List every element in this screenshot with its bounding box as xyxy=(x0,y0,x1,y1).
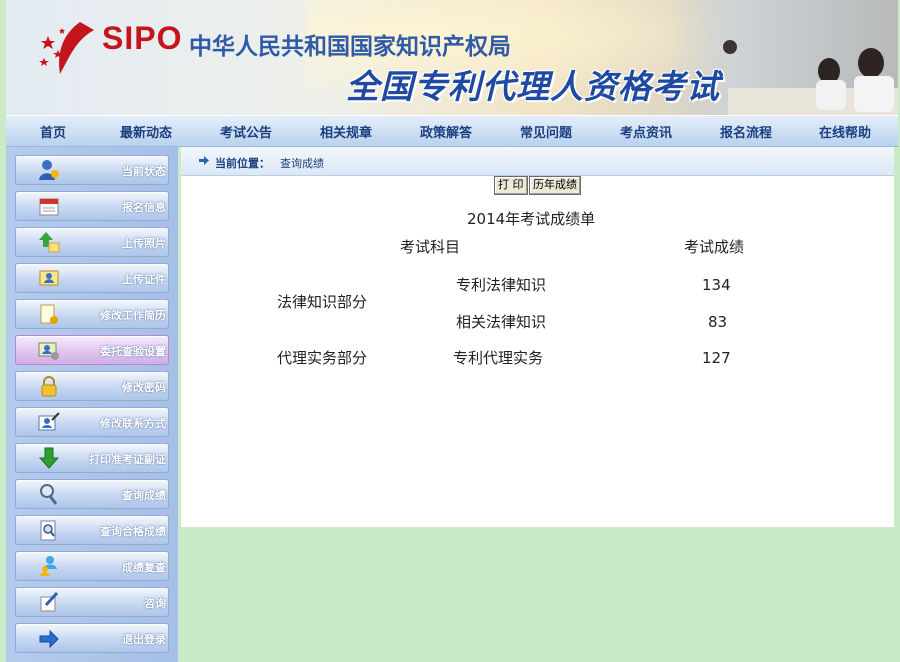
logout-arrow-icon xyxy=(39,629,59,649)
sidebar-item-edit-resume[interactable]: 修改工作简历 xyxy=(15,299,169,329)
sidebar-item-change-contact[interactable]: 修改联系方式 xyxy=(15,407,169,437)
sidebar-item-label: 修改密码 xyxy=(122,381,166,394)
org-name: 中华人民共和国国家知识产权局 xyxy=(189,34,511,60)
download-arrow-icon xyxy=(38,447,60,469)
search-document-icon xyxy=(40,520,56,541)
sidebar-item-current-status[interactable]: 当前状态 xyxy=(15,155,169,185)
sidebar-item-label: 上传证件 xyxy=(122,273,166,286)
sidebar-item-label: 修改联系方式 xyxy=(100,417,166,430)
sidebar-item-label: 咨询 xyxy=(144,597,166,610)
sidebar-item-upload-photo[interactable]: 上传照片 xyxy=(15,227,169,257)
subject-name: 相关法律知识 xyxy=(456,313,547,331)
sidebar-item-label: 查询合格成绩 xyxy=(100,525,166,538)
sidebar-item-query-score[interactable]: 查询成绩 xyxy=(15,479,169,509)
sidebar-item-label: 修改工作简历 xyxy=(100,309,166,322)
score-value: 134 xyxy=(702,276,731,294)
id-card-settings-icon xyxy=(38,342,59,360)
sidebar-item-query-qualified[interactable]: 查询合格成绩 xyxy=(15,515,169,545)
sidebar-item-upload-id[interactable]: 上传证件 xyxy=(15,263,169,293)
nav-latest-news[interactable]: 最新动态 xyxy=(100,122,192,141)
sidebar-item-label: 查询成绩 xyxy=(122,489,166,502)
sidebar-item-print-admission[interactable]: 打印准考证副证 xyxy=(15,443,169,473)
sidebar-item-score-review[interactable]: 成绩复查 xyxy=(15,551,169,581)
nav-exam-site-info[interactable]: 考点资讯 xyxy=(592,122,700,141)
print-button[interactable]: 打 印 xyxy=(494,176,528,195)
sipo-logo-text: SIPO xyxy=(102,20,183,56)
sidebar-item-label: 上传照片 xyxy=(122,237,166,250)
sidebar-item-label: 打印准考证副证 xyxy=(89,453,166,466)
score-value: 127 xyxy=(702,349,731,367)
edit-document-icon xyxy=(40,304,58,324)
score-value: 83 xyxy=(708,313,728,331)
group-name: 代理实务部分 xyxy=(277,349,368,367)
sipo-logo-icon xyxy=(39,22,94,74)
breadcrumb: 当前位置： 查询成绩 xyxy=(181,147,894,176)
sidebar-item-registration-info[interactable]: 报名信息 xyxy=(15,191,169,221)
sidebar-item-change-password[interactable]: 修改密码 xyxy=(15,371,169,401)
breadcrumb-label: 当前位置： xyxy=(215,157,270,170)
header-banner: SIPO 中华人民共和国国家知识产权局 全国专利代理人资格考试 xyxy=(6,0,898,115)
main-nav: 首页 最新动态 考试公告 相关规章 政策解答 常见问题 考点资讯 报名流程 在线… xyxy=(6,115,898,147)
calendar-icon xyxy=(39,198,59,216)
sidebar-item-label: 成绩复查 xyxy=(122,561,166,574)
breadcrumb-arrow-icon xyxy=(199,156,209,165)
exam-title: 全国专利代理人资格考试 xyxy=(346,67,720,106)
upload-photo-icon xyxy=(39,232,60,253)
sidebar: 当前状态 报名信息 上传照片 上传证件 修改工作简历 委托查验设置 修改密码 修… xyxy=(6,147,178,662)
nav-home[interactable]: 首页 xyxy=(6,122,100,141)
nav-regulations[interactable]: 相关规章 xyxy=(300,122,392,141)
user-status-icon xyxy=(39,160,59,180)
sidebar-item-label: 当前状态 xyxy=(122,165,166,178)
nav-exam-notices[interactable]: 考试公告 xyxy=(192,122,300,141)
sidebar-item-label: 退出登录 xyxy=(122,633,166,646)
sidebar-item-label: 报名信息 xyxy=(122,201,166,214)
nav-policy-answers[interactable]: 政策解答 xyxy=(392,122,500,141)
subject-name: 专利法律知识 xyxy=(456,276,547,294)
nav-faq[interactable]: 常见问题 xyxy=(500,122,592,141)
group-name: 法律知识部分 xyxy=(277,293,368,311)
magnifier-icon xyxy=(40,484,58,505)
sidebar-item-label: 委托查验设置 xyxy=(100,345,166,358)
breadcrumb-current: 查询成绩 xyxy=(280,157,324,170)
main-content: 当前位置： 查询成绩 打 印 历年成绩 2014年考试成绩单 考试科目 考试成绩… xyxy=(181,147,894,527)
sidebar-item-delegate-verification[interactable]: 委托查验设置 xyxy=(15,335,169,365)
edit-contact-icon xyxy=(38,412,60,431)
sidebar-item-logout[interactable]: 退出登录 xyxy=(15,623,169,653)
sidebar-item-consult[interactable]: 咨询 xyxy=(15,587,169,617)
column-header-score: 考试成绩 xyxy=(684,238,745,256)
score-sheet-title: 2014年考试成绩单 xyxy=(467,210,596,228)
pen-note-icon xyxy=(40,591,59,612)
subject-name: 专利代理实务 xyxy=(453,349,544,367)
column-header-subject: 考试科目 xyxy=(400,238,461,256)
id-card-icon xyxy=(39,270,59,286)
nav-online-help[interactable]: 在线帮助 xyxy=(792,122,898,141)
nav-registration-process[interactable]: 报名流程 xyxy=(700,122,792,141)
lock-icon xyxy=(41,376,57,397)
users-review-icon xyxy=(40,556,57,576)
history-scores-button[interactable]: 历年成绩 xyxy=(529,176,581,195)
